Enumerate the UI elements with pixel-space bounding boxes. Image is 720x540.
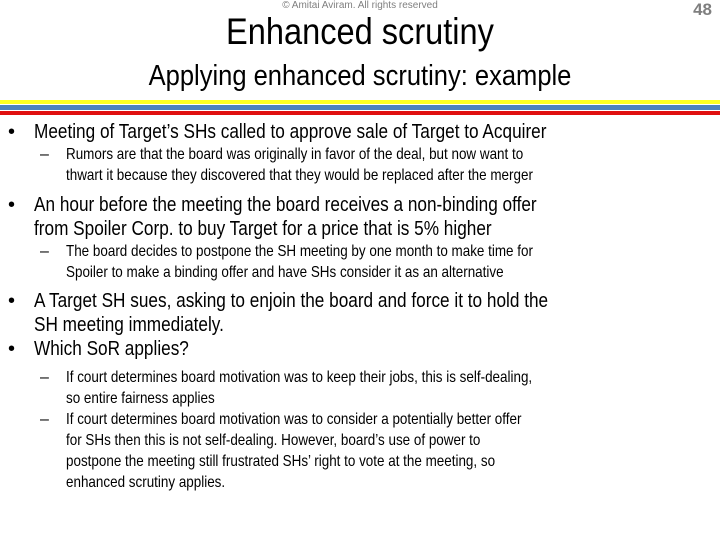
page-number: 48 [693, 0, 712, 19]
bullet-text: from Spoiler Corp. to buy Target for a p… [34, 218, 492, 240]
sub-bullet-text: for SHs then this is not self-dealing. H… [66, 432, 481, 449]
sub-bullet-text: postpone the meeting still frustrated SH… [66, 453, 496, 470]
bullet-text: A Target SH sues, asking to enjoin the b… [34, 290, 549, 312]
bullet-item: • An hour before the meeting the board r… [0, 193, 720, 241]
bullet-text: Which SoR applies? [34, 338, 189, 360]
sub-bullet-item: – If court determines board motivation w… [0, 367, 720, 409]
divider-stripe-red [0, 111, 720, 115]
slide-subtitle: Applying enhanced scrutiny: example [148, 60, 572, 92]
bullet-icon: • [8, 290, 16, 312]
sub-bullet-text: Rumors are that the board was originally… [66, 146, 524, 163]
sub-bullet-text: Spoiler to make a binding offer and have… [66, 264, 504, 281]
bullet-icon: • [8, 194, 16, 216]
dash-icon: – [40, 369, 49, 386]
bullet-text: SH meeting immediately. [34, 314, 224, 336]
bullet-icon: • [8, 338, 16, 360]
sub-bullet-text: The board decides to postpone the SH mee… [66, 243, 533, 260]
sub-bullet-item: – Rumors are that the board was original… [0, 144, 720, 186]
bullet-text: Meeting of Target’s SHs called to approv… [34, 121, 547, 143]
dash-icon: – [40, 243, 49, 260]
dash-icon: – [40, 411, 49, 428]
bullet-item: • Which SoR applies? [0, 337, 720, 361]
dash-icon: – [40, 146, 49, 163]
slide-body: • Meeting of Target’s SHs called to appr… [0, 120, 720, 493]
sub-bullet-item: – The board decides to postpone the SH m… [0, 241, 720, 283]
sub-bullet-text: If court determines board motivation was… [66, 411, 522, 428]
sub-bullet-text: thwart it because they discovered that t… [66, 167, 533, 184]
slide-title: Enhanced scrutiny [226, 11, 494, 52]
bullet-text: An hour before the meeting the board rec… [34, 194, 537, 216]
bullet-item: • Meeting of Target’s SHs called to appr… [0, 120, 720, 144]
bullet-icon: • [8, 121, 16, 143]
divider-stripe-blue [0, 105, 720, 110]
bullet-item: • A Target SH sues, asking to enjoin the… [0, 289, 720, 337]
sub-bullet-text: so entire fairness applies [66, 390, 215, 407]
divider-stripe-yellow [0, 100, 720, 104]
sub-bullet-text: enhanced scrutiny applies. [66, 474, 226, 491]
sub-bullet-text: If court determines board motivation was… [66, 369, 533, 386]
sub-bullet-item: – If court determines board motivation w… [0, 409, 720, 493]
